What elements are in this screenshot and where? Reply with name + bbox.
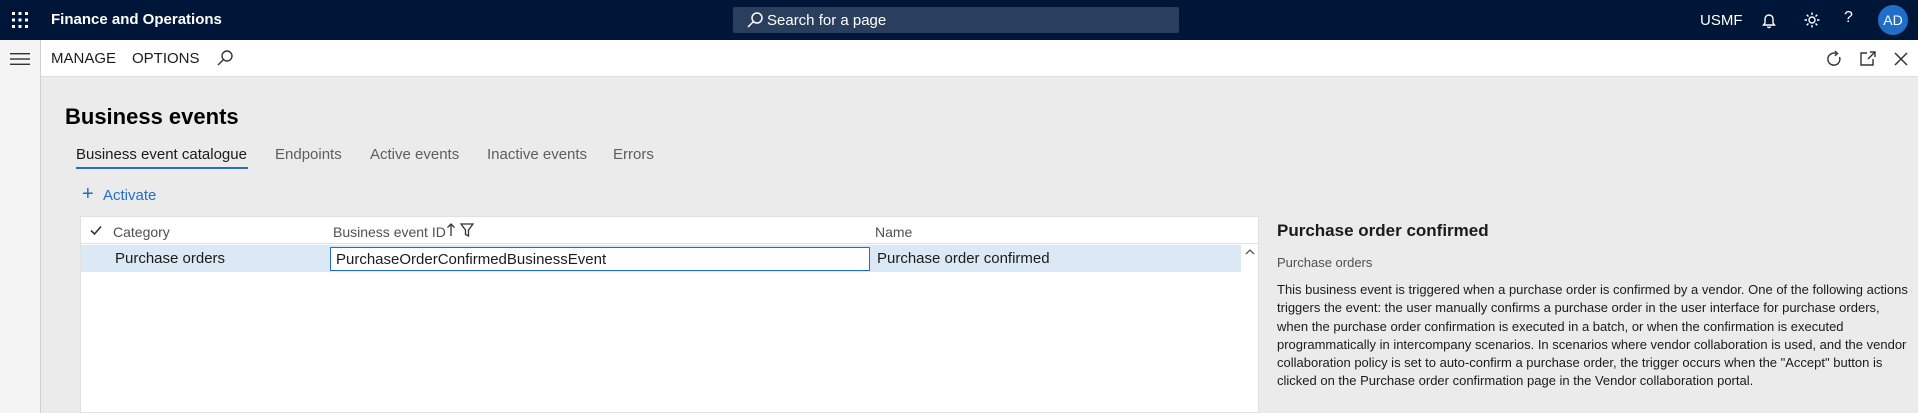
cell-category: Purchase orders — [115, 250, 226, 267]
chevron-up-icon[interactable] — [1245, 247, 1255, 257]
hamburger-menu-icon[interactable] — [10, 50, 30, 68]
refresh-icon[interactable] — [1824, 49, 1844, 69]
search-placeholder: Search for a page — [767, 12, 887, 29]
plus-icon: + — [82, 183, 94, 205]
filter-icon[interactable] — [460, 222, 474, 238]
page-title: Business events — [65, 104, 239, 129]
help-icon[interactable]: ? — [1844, 9, 1853, 27]
tab-business-event-catalogue[interactable]: Business event catalogue — [76, 146, 247, 163]
column-header-name[interactable]: Name — [875, 224, 912, 240]
details-description: This business event is triggered when a … — [1277, 282, 1908, 389]
company-picker[interactable]: USMF — [1700, 12, 1743, 29]
notification-bell-icon[interactable] — [1759, 10, 1779, 30]
open-in-new-window-icon[interactable] — [1858, 49, 1878, 69]
action-pane-tab-options[interactable]: OPTIONS — [132, 50, 200, 67]
sort-ascending-icon[interactable] — [445, 222, 457, 238]
user-avatar[interactable]: AD — [1878, 5, 1908, 35]
details-title: Purchase order confirmed — [1277, 221, 1489, 240]
cell-name: Purchase order confirmed — [877, 250, 1050, 267]
active-tab-indicator — [76, 167, 248, 169]
top-app-bar: Finance and Operations Search for a page… — [0, 0, 1918, 40]
business-events-grid: Category Business event ID Name Purchase… — [80, 216, 1259, 413]
grid-vertical-scrollbar[interactable] — [1241, 245, 1259, 413]
search-icon — [747, 12, 763, 28]
app-launcher-icon[interactable] — [10, 10, 30, 30]
column-header-category[interactable]: Category — [113, 224, 170, 240]
tab-endpoints[interactable]: Endpoints — [275, 146, 342, 163]
column-header-business-event-id[interactable]: Business event ID — [333, 224, 446, 240]
page-search-input[interactable]: Search for a page — [733, 7, 1179, 33]
cell-business-event-id[interactable]: PurchaseOrderConfirmedBusinessEvent — [330, 247, 870, 271]
app-title[interactable]: Finance and Operations — [51, 11, 222, 28]
navigation-rail — [0, 40, 41, 413]
tab-errors[interactable]: Errors — [613, 146, 654, 163]
action-search-icon[interactable] — [216, 49, 234, 67]
table-row[interactable]: Purchase orders PurchaseOrderConfirmedBu… — [81, 245, 1241, 272]
details-category: Purchase orders — [1277, 255, 1373, 270]
action-pane-tab-manage[interactable]: MANAGE — [51, 50, 116, 67]
tab-active-events[interactable]: Active events — [370, 146, 459, 163]
action-pane: MANAGE OPTIONS — [41, 40, 1918, 77]
settings-gear-icon[interactable] — [1802, 10, 1822, 30]
tab-inactive-events[interactable]: Inactive events — [487, 146, 587, 163]
select-all-checkmark-icon[interactable] — [89, 223, 103, 237]
grid-header: Category Business event ID Name — [81, 217, 1258, 244]
close-icon[interactable] — [1891, 49, 1911, 69]
activate-button-label: Activate — [103, 187, 157, 204]
